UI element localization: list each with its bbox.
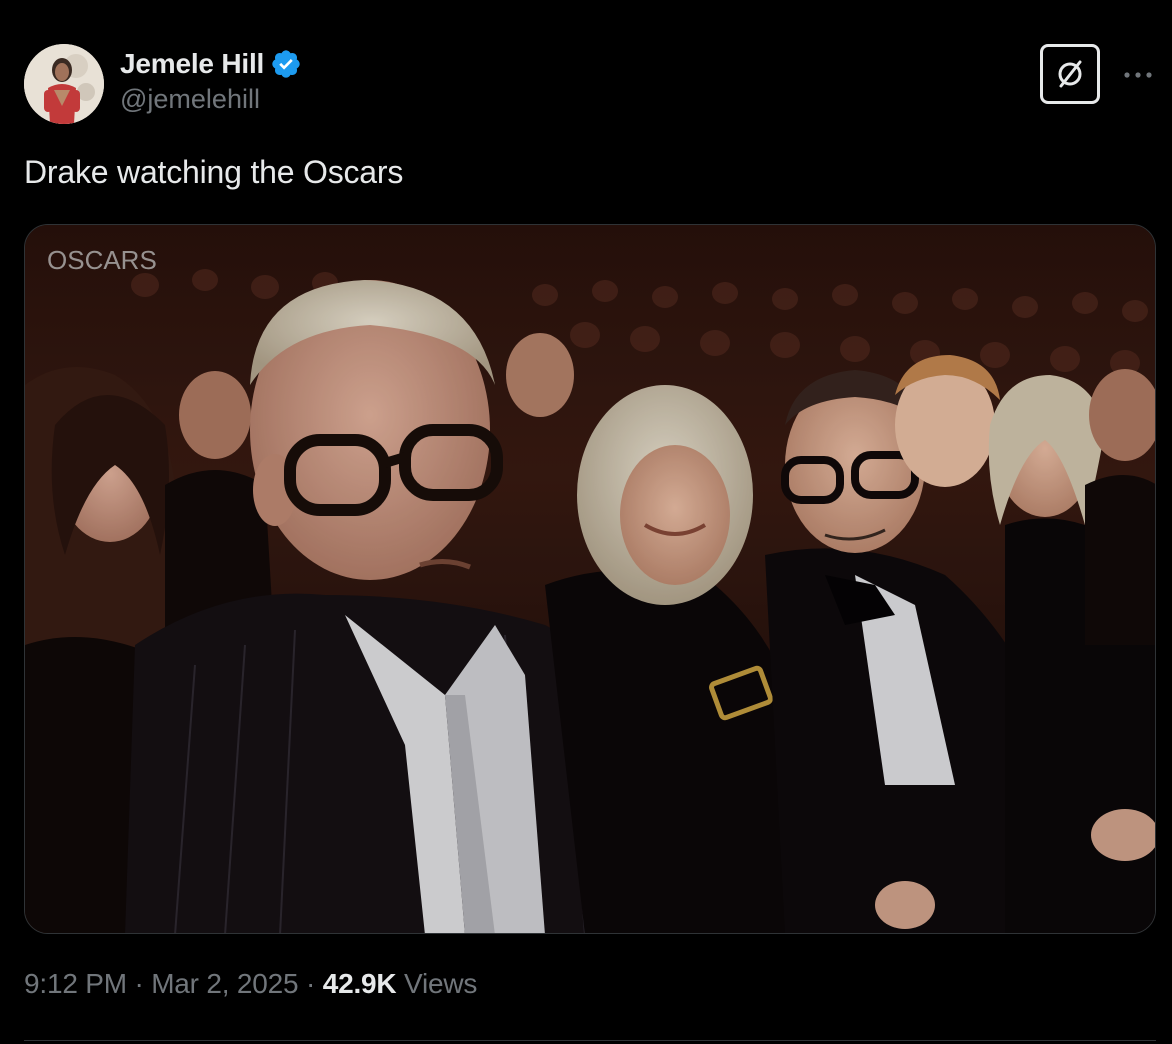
meta-separator-2: ·	[298, 968, 323, 999]
author-display-name[interactable]: Jemele Hill	[120, 48, 264, 80]
author-handle[interactable]: @jemelehill	[120, 84, 302, 115]
oscars-watermark: OSCARS	[47, 245, 157, 275]
author-name-row: Jemele Hill	[120, 44, 302, 84]
grok-button[interactable]	[1040, 44, 1100, 104]
tweet-date[interactable]: Mar 2, 2025	[151, 968, 298, 999]
views-label[interactable]: Views	[404, 968, 477, 999]
avatar-image	[24, 44, 104, 124]
tweet-text: Drake watching the Oscars	[24, 154, 404, 190]
media-photo: OSCARS	[25, 225, 1155, 933]
grok-icon	[1058, 60, 1082, 88]
more-icon	[1124, 72, 1152, 78]
more-button[interactable]	[1120, 60, 1156, 90]
views-count[interactable]: 42.9K	[323, 968, 397, 999]
tweet-meta: 9:12 PM · Mar 2, 2025 · 42.9K Views	[24, 968, 477, 1000]
tweet-media[interactable]: OSCARS	[24, 224, 1156, 934]
verified-badge-icon[interactable]	[270, 48, 302, 80]
author-block: Jemele Hill @jemelehill	[120, 44, 302, 115]
divider	[24, 1040, 1156, 1041]
meta-separator-1: ·	[126, 968, 152, 999]
tweet: Jemele Hill @jemelehill Drake watching t…	[0, 0, 1172, 1044]
tweet-time[interactable]: 9:12 PM	[24, 968, 127, 999]
avatar[interactable]	[24, 44, 104, 124]
